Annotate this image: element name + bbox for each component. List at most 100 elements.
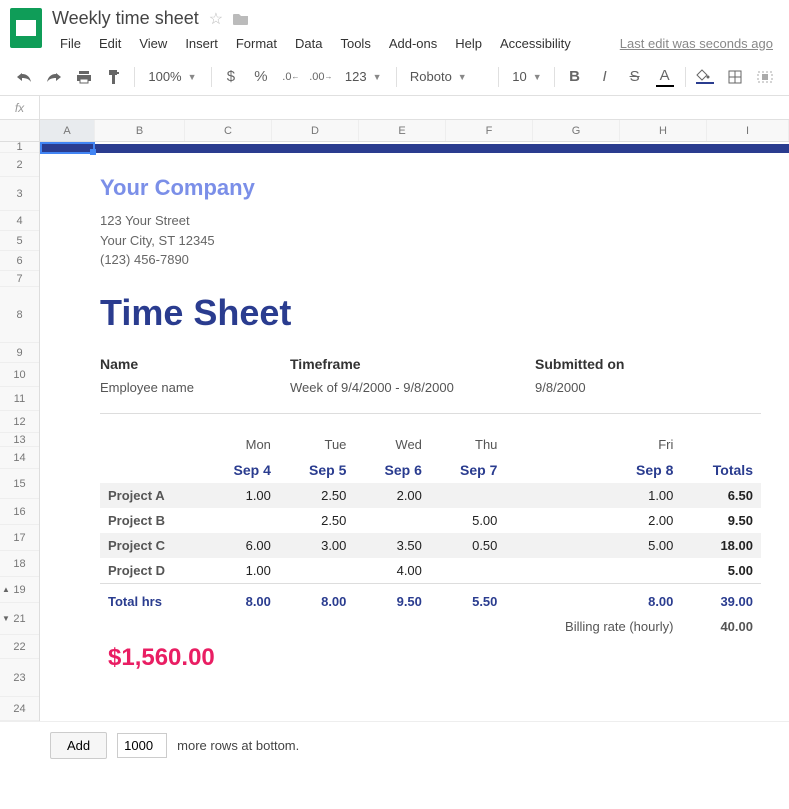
star-icon[interactable]: ☆ [209, 9, 223, 29]
fill-color-button[interactable] [691, 63, 719, 91]
total-hrs-label[interactable]: Total hrs [100, 583, 203, 614]
merge-cells-button[interactable] [751, 63, 779, 91]
menu-insert[interactable]: Insert [177, 33, 226, 54]
hours-cell[interactable]: 4.00 [354, 558, 430, 584]
day-header[interactable]: Tue [279, 432, 355, 457]
folder-icon[interactable] [233, 12, 249, 26]
col-header[interactable]: B [95, 120, 185, 141]
company-name[interactable]: Your Company [100, 175, 761, 201]
row-header[interactable]: 23 [0, 659, 39, 697]
totals-header[interactable]: Totals [681, 457, 761, 483]
row-header[interactable]: 10 [0, 363, 39, 387]
row-header[interactable]: 4 [0, 211, 39, 231]
undo-button[interactable] [10, 63, 38, 91]
row-header[interactable]: ▼21 [0, 603, 39, 635]
address-line[interactable]: 123 Your Street [100, 211, 761, 231]
col-header[interactable]: A [40, 120, 95, 141]
strikethrough-button[interactable]: S [621, 63, 649, 91]
total-cell[interactable]: 8.00 [505, 583, 681, 614]
col-header[interactable]: I [707, 120, 789, 141]
address-line[interactable]: Your City, ST 12345 [100, 231, 761, 251]
italic-button[interactable]: I [591, 63, 619, 91]
last-edit-link[interactable]: Last edit was seconds ago [620, 36, 779, 51]
borders-button[interactable] [721, 63, 749, 91]
row-header[interactable]: 22 [0, 635, 39, 659]
collapse-down-icon[interactable]: ▼ [2, 614, 10, 623]
col-header[interactable]: F [446, 120, 533, 141]
date-header[interactable]: Sep 7 [430, 457, 506, 483]
hours-cell[interactable]: 5.00 [430, 508, 506, 533]
hours-cell[interactable] [505, 558, 681, 584]
row-header[interactable]: 6 [0, 251, 39, 271]
zoom-dropdown[interactable]: 100%▼ [140, 63, 204, 91]
row-header[interactable]: ▲19 [0, 577, 39, 603]
hours-cell[interactable]: 5.00 [505, 533, 681, 558]
timeframe-label[interactable]: Timeframe [290, 356, 535, 372]
currency-button[interactable]: $ [217, 63, 245, 91]
menu-addons[interactable]: Add-ons [381, 33, 445, 54]
project-name[interactable]: Project C [100, 533, 203, 558]
row-header[interactable]: 17 [0, 525, 39, 551]
row-header[interactable]: 1 [0, 142, 39, 153]
row-header[interactable]: 11 [0, 387, 39, 411]
menu-file[interactable]: File [52, 33, 89, 54]
hours-cell[interactable]: 1.00 [203, 558, 279, 584]
hours-cell[interactable]: 2.50 [279, 508, 355, 533]
submitted-label[interactable]: Submitted on [535, 356, 690, 372]
menu-accessibility[interactable]: Accessibility [492, 33, 579, 54]
hours-cell[interactable]: 2.00 [354, 483, 430, 508]
hours-cell[interactable] [279, 558, 355, 584]
cell-selection[interactable] [40, 142, 95, 154]
menu-edit[interactable]: Edit [91, 33, 129, 54]
total-cell[interactable]: 8.00 [279, 583, 355, 614]
billing-label[interactable]: Billing rate (hourly) [505, 614, 681, 639]
date-header[interactable]: Sep 4 [203, 457, 279, 483]
decrease-decimal-button[interactable]: .0← [277, 63, 305, 91]
hours-cell[interactable]: 3.00 [279, 533, 355, 558]
percent-button[interactable]: % [247, 63, 275, 91]
collapse-up-icon[interactable]: ▲ [2, 585, 10, 594]
hours-cell[interactable]: 6.00 [203, 533, 279, 558]
row-header[interactable]: 3 [0, 177, 39, 211]
date-header[interactable]: Sep 8 [505, 457, 681, 483]
row-header[interactable]: 12 [0, 411, 39, 433]
document-title[interactable]: Weekly time sheet [52, 8, 199, 29]
text-color-button[interactable]: A [651, 63, 679, 91]
total-cell[interactable]: 9.50 [354, 583, 430, 614]
submitted-value[interactable]: 9/8/2000 [535, 380, 690, 395]
add-rows-button[interactable]: Add [50, 732, 107, 759]
col-header[interactable]: D [272, 120, 359, 141]
row-total[interactable]: 6.50 [681, 483, 761, 508]
col-header[interactable]: E [359, 120, 446, 141]
day-header[interactable]: Mon [203, 432, 279, 457]
total-cell[interactable]: 8.00 [203, 583, 279, 614]
menu-tools[interactable]: Tools [332, 33, 378, 54]
print-button[interactable] [70, 63, 98, 91]
paint-format-button[interactable] [100, 63, 128, 91]
phone[interactable]: (123) 456-7890 [100, 250, 761, 270]
menu-data[interactable]: Data [287, 33, 330, 54]
grand-total[interactable]: $1,560.00 [100, 639, 761, 677]
row-header[interactable]: 2 [0, 153, 39, 177]
row-header[interactable]: 15 [0, 469, 39, 499]
day-header[interactable]: Fri [505, 432, 681, 457]
col-header[interactable]: C [185, 120, 272, 141]
rows-count-input[interactable] [117, 733, 167, 758]
hours-cell[interactable]: 1.00 [505, 483, 681, 508]
menu-help[interactable]: Help [447, 33, 490, 54]
timeframe-value[interactable]: Week of 9/4/2000 - 9/8/2000 [290, 380, 535, 395]
number-format-dropdown[interactable]: 123▼ [337, 63, 390, 91]
hours-cell[interactable]: 2.00 [505, 508, 681, 533]
row-header[interactable]: 7 [0, 271, 39, 287]
font-size-dropdown[interactable]: 10▼ [504, 63, 548, 91]
hours-cell[interactable] [430, 558, 506, 584]
row-total[interactable]: 5.00 [681, 558, 761, 584]
row-header[interactable]: 24 [0, 697, 39, 721]
font-dropdown[interactable]: Roboto▼ [402, 63, 492, 91]
hours-cell[interactable] [430, 483, 506, 508]
project-name[interactable]: Project B [100, 508, 203, 533]
hours-cell[interactable]: 3.50 [354, 533, 430, 558]
day-header[interactable]: Thu [430, 432, 506, 457]
total-sum[interactable]: 39.00 [681, 583, 761, 614]
row-header[interactable]: 8 [0, 287, 39, 343]
